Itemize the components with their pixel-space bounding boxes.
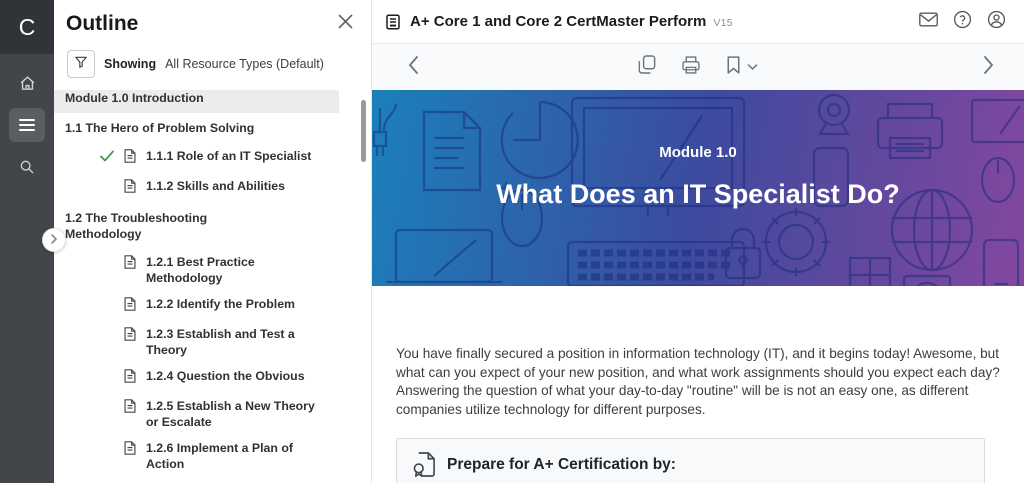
- lesson-body: You have finally secured a position in i…: [372, 286, 1024, 483]
- outline-item-label: 1.1.1 Role of an IT Specialist: [146, 148, 311, 164]
- document-icon: [124, 297, 137, 316]
- search-icon: [19, 159, 35, 175]
- account-icon: [987, 10, 1006, 34]
- course-book-icon: [384, 13, 402, 31]
- outline-item-label: 1.1.2 Skills and Abilities: [146, 178, 285, 194]
- printer-icon: [682, 56, 701, 79]
- document-icon: [124, 399, 137, 418]
- outline-list: Module 1.0 Introduction 1.1 The Hero of …: [54, 90, 339, 483]
- outline-item[interactable]: 1.2.3 Establish and Test a Theory: [65, 321, 339, 363]
- chevron-left-icon: [408, 56, 419, 79]
- document-icon: [124, 327, 137, 346]
- account-button[interactable]: [987, 10, 1006, 34]
- outline-item-label: 1.2.1 Best Practice Methodology: [146, 254, 324, 286]
- outline-item[interactable]: 1.2.7 Verify and Document: [65, 477, 339, 483]
- bookmark-icon: [727, 56, 741, 79]
- course-header: A+ Core 1 and Core 2 CertMaster Perform …: [372, 0, 1024, 44]
- outline-item-label: 1.2.5 Establish a New Theory or Escalate: [146, 398, 324, 430]
- previous-page-button[interactable]: [408, 56, 419, 79]
- copy-icon: [639, 55, 656, 79]
- bookmark-button[interactable]: [727, 56, 741, 79]
- outline-scrollbar-thumb[interactable]: [361, 100, 366, 162]
- filter-showing-label: Showing: [104, 57, 156, 71]
- outline-menu-button[interactable]: [9, 108, 45, 142]
- close-outline-button[interactable]: [336, 12, 355, 36]
- callout-title: Prepare for A+ Certification by:: [447, 456, 676, 474]
- outline-item-label: 1.1 The Hero of Problem Solving: [65, 120, 254, 136]
- copy-button[interactable]: [639, 55, 656, 79]
- outline-item[interactable]: 1.1.1 Role of an IT Specialist: [65, 143, 339, 173]
- outline-item-label: 1.2.2 Identify the Problem: [146, 296, 295, 312]
- chevron-right-icon: [983, 56, 994, 79]
- outline-panel: Outline Showing All Resource Types (Defa…: [54, 0, 372, 483]
- outline-panel-title: Outline: [66, 12, 138, 36]
- home-button[interactable]: [9, 66, 45, 100]
- search-button[interactable]: [9, 150, 45, 184]
- outline-item-label: Module 1.0 Introduction: [65, 90, 204, 106]
- certification-callout: Prepare for A+ Certification by: Describ…: [396, 438, 985, 483]
- next-page-button[interactable]: [983, 56, 994, 79]
- document-icon: [124, 441, 137, 460]
- outline-item-label: 1.2.4 Question the Obvious: [146, 368, 305, 384]
- collapse-panel-button[interactable]: [42, 228, 66, 252]
- filter-icon: [74, 55, 88, 74]
- help-button[interactable]: [953, 10, 972, 34]
- filter-value[interactable]: All Resource Types (Default): [165, 57, 324, 71]
- course-version-badge: V15: [713, 17, 733, 29]
- document-icon: [124, 149, 137, 168]
- document-icon: [124, 179, 137, 198]
- messages-button[interactable]: [919, 12, 938, 32]
- outline-item[interactable]: 1.2.5 Establish a New Theory or Escalate: [65, 393, 339, 435]
- chevron-right-icon: [49, 231, 59, 249]
- lesson-toolbar: [372, 44, 1024, 90]
- outline-item[interactable]: 1.1.2 Skills and Abilities: [65, 173, 339, 203]
- document-icon: [124, 255, 137, 274]
- outline-item[interactable]: 1.2 The Troubleshooting Methodology: [65, 203, 339, 249]
- mail-icon: [919, 12, 938, 32]
- close-icon: [338, 16, 353, 33]
- outline-item-label: 1.2.6 Implement a Plan of Action: [146, 440, 324, 472]
- module-hero-banner: Module 1.0 What Does an IT Specialist Do…: [372, 90, 1024, 286]
- outline-item-label: 1.2.3 Establish and Test a Theory: [146, 326, 324, 358]
- menu-icon: [19, 118, 35, 132]
- hero-module-label: Module 1.0: [659, 144, 737, 161]
- brand-logo[interactable]: C: [0, 0, 54, 54]
- hero-title: What Does an IT Specialist Do?: [496, 179, 900, 210]
- main-content: A+ Core 1 and Core 2 CertMaster Perform …: [372, 0, 1024, 483]
- completed-check-icon: [100, 149, 114, 167]
- outline-item[interactable]: 1.2.2 Identify the Problem: [65, 291, 339, 321]
- certificate-icon: [413, 452, 436, 477]
- outline-item[interactable]: Module 1.0 Introduction: [54, 90, 339, 113]
- chevron-down-icon: [748, 58, 758, 76]
- outline-item[interactable]: 1.2.1 Best Practice Methodology: [65, 249, 339, 291]
- outline-item[interactable]: 1.1 The Hero of Problem Solving: [65, 113, 339, 143]
- outline-item[interactable]: 1.2.4 Question the Obvious: [65, 363, 339, 393]
- document-icon: [124, 369, 137, 388]
- home-icon: [19, 75, 36, 92]
- course-title: A+ Core 1 and Core 2 CertMaster Perform: [410, 13, 706, 30]
- app-window: C Outline: [0, 0, 1024, 483]
- filter-button[interactable]: [67, 50, 95, 78]
- outline-item[interactable]: 1.2.6 Implement a Plan of Action: [65, 435, 339, 477]
- help-icon: [953, 10, 972, 34]
- outline-item-label: 1.2 The Troubleshooting Methodology: [65, 210, 257, 242]
- intro-paragraph: You have finally secured a position in i…: [396, 345, 1010, 419]
- bookmark-menu-button[interactable]: [748, 58, 758, 76]
- print-button[interactable]: [682, 56, 701, 79]
